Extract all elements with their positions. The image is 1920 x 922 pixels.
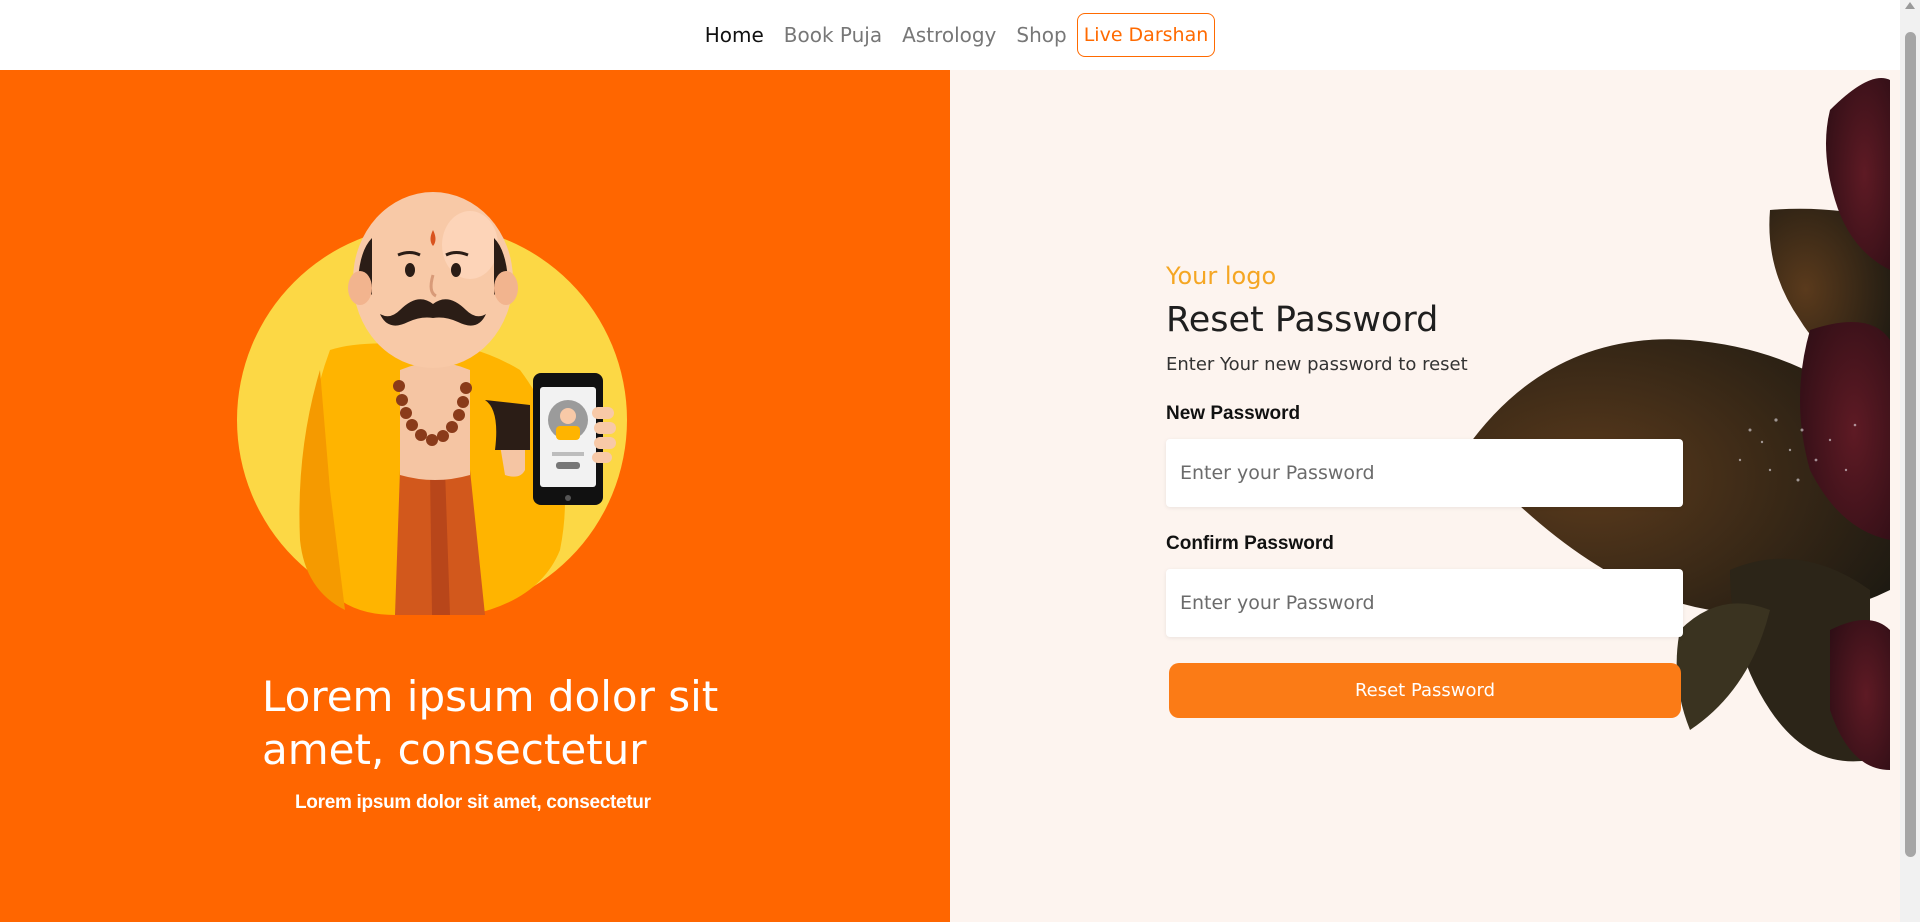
hero-panel: Lorem ipsum dolor sit amet, consectetur … xyxy=(0,70,950,922)
confirm-password-input[interactable] xyxy=(1166,569,1683,637)
reset-password-form: Your logo Reset Password Enter Your new … xyxy=(1166,262,1686,718)
hero-subtitle: Lorem ipsum dolor sit amet, consectetur xyxy=(295,792,651,813)
confirm-password-label: Confirm Password xyxy=(1166,533,1334,554)
form-subtitle: Enter Your new password to reset xyxy=(1166,354,1468,375)
nav-link-shop[interactable]: Shop xyxy=(1016,23,1066,47)
scrollbar-thumb[interactable] xyxy=(1905,32,1916,857)
form-title: Reset Password xyxy=(1166,300,1439,340)
live-darshan-button[interactable]: Live Darshan xyxy=(1076,13,1216,57)
page-scrollbar[interactable] xyxy=(1900,0,1920,922)
nav-link-astrology[interactable]: Astrology xyxy=(902,23,996,47)
new-password-label: New Password xyxy=(1166,403,1301,424)
reset-password-button[interactable]: Reset Password xyxy=(1169,663,1681,718)
hero-title: Lorem ipsum dolor sit amet, consectetur xyxy=(262,672,719,774)
scroll-up-arrow-icon[interactable] xyxy=(1905,2,1915,9)
nav-link-book-puja[interactable]: Book Puja xyxy=(784,23,882,47)
logo-text: Your logo xyxy=(1166,262,1277,290)
top-nav: Home Book Puja Astrology Shop Live Darsh… xyxy=(0,0,1900,70)
nav-link-home[interactable]: Home xyxy=(705,23,764,47)
nav-list: Home Book Puja Astrology Shop xyxy=(705,23,1067,47)
new-password-input[interactable] xyxy=(1166,439,1683,507)
